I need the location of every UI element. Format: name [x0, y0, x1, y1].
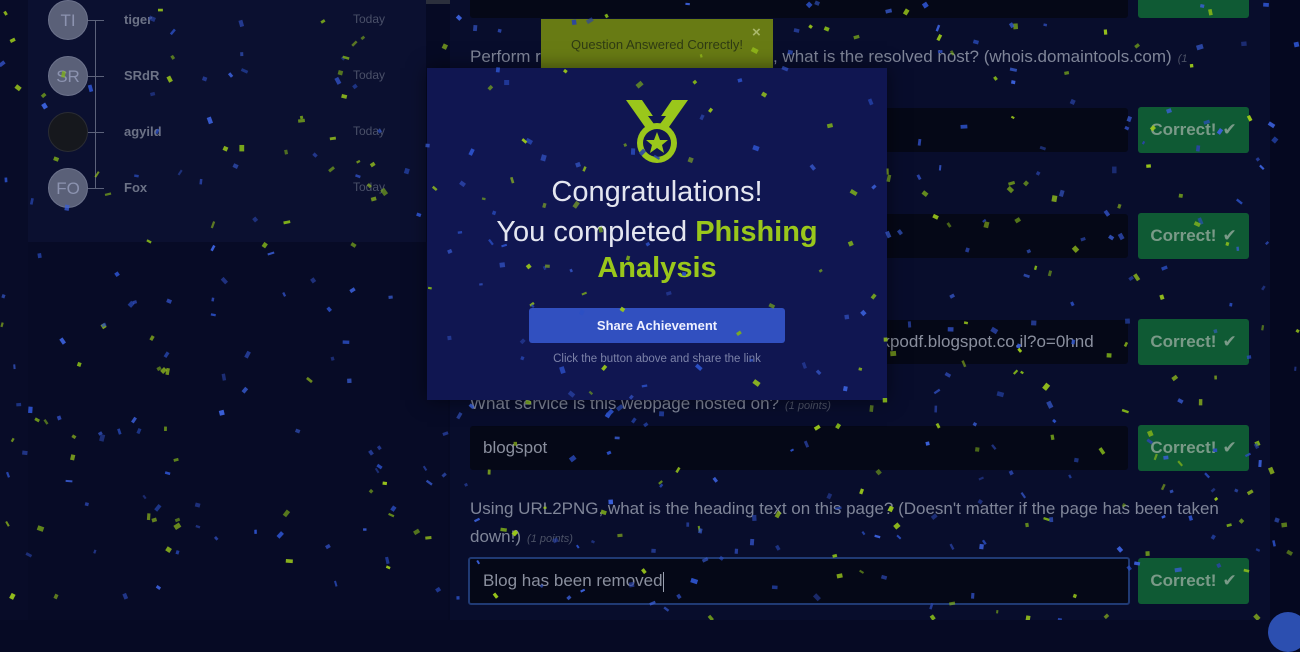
- check-icon: ✔: [1222, 120, 1237, 139]
- check-icon: ✔: [1222, 332, 1237, 351]
- date-label: Today: [353, 12, 386, 26]
- connector: [88, 132, 104, 133]
- share-hint: Click the button above and share the lin…: [553, 353, 761, 365]
- answer-value: blogspot: [483, 438, 548, 457]
- leaderboard-connector-line: [95, 20, 96, 188]
- username: agyild: [124, 124, 162, 139]
- modal-subheading: You completed Phishing: [496, 216, 818, 248]
- share-achievement-button[interactable]: Share Achievement: [529, 308, 785, 343]
- date-label: Today: [353, 124, 386, 138]
- date-label: Today: [353, 180, 386, 194]
- username: SRdR: [124, 68, 160, 83]
- correct-button[interactable]: Correct! ✔: [1138, 213, 1249, 259]
- left-rail: [0, 0, 28, 620]
- check-icon: ✔: [1222, 571, 1237, 590]
- confetti-piece: [441, 43, 448, 50]
- correct-button[interactable]: [1138, 0, 1249, 18]
- chat-bubble-button[interactable]: [1268, 612, 1300, 652]
- correct-button[interactable]: Correct! ✔: [1138, 425, 1249, 471]
- medal-icon: [626, 100, 688, 163]
- connector: [88, 20, 104, 21]
- close-icon[interactable]: ×: [752, 24, 761, 41]
- avatar: FO: [48, 168, 88, 208]
- success-toast: Question Answered Correctly!: [541, 19, 773, 71]
- room-name: Phishing: [695, 216, 818, 248]
- username: Fox: [124, 180, 148, 195]
- correct-button[interactable]: Correct! ✔: [1138, 107, 1249, 153]
- avatar: TI: [48, 0, 88, 40]
- avatar: SR: [48, 56, 88, 96]
- check-icon: ✔: [1222, 438, 1237, 457]
- right-edge: [1270, 0, 1300, 620]
- username: tiger: [124, 12, 153, 27]
- avatar: [48, 112, 88, 152]
- answer-value: ekpodf.blogspot.co.il?o=0hnd: [872, 332, 1094, 351]
- leaderboard-row[interactable]: agyild Today: [48, 112, 408, 152]
- connector: [88, 76, 104, 77]
- toast-message: Question Answered Correctly!: [571, 37, 743, 52]
- leaderboard-row[interactable]: FO Fox Today: [48, 168, 408, 208]
- answer-field[interactable]: Blog has been removed: [468, 557, 1130, 605]
- answer-field[interactable]: [470, 0, 1128, 18]
- answer-field[interactable]: blogspot: [470, 426, 1128, 470]
- achievement-modal: Congratulations! You completed Phishing …: [427, 68, 887, 400]
- left-lower-area: [28, 242, 448, 620]
- date-label: Today: [353, 68, 386, 82]
- answer-value: Blog has been removed: [483, 571, 663, 590]
- text-caret: [662, 571, 664, 592]
- question-text: Using URL2PNG, what is the heading text …: [470, 499, 1219, 546]
- correct-button[interactable]: Correct! ✔: [1138, 319, 1249, 365]
- check-icon: ✔: [1222, 226, 1237, 245]
- leaderboard-row[interactable]: SR SRdR Today: [48, 56, 408, 96]
- connector: [88, 188, 104, 189]
- leaderboard-row[interactable]: TI tiger Today: [48, 0, 408, 40]
- correct-button[interactable]: Correct! ✔: [1138, 558, 1249, 604]
- modal-heading: Congratulations!: [551, 176, 763, 208]
- room-name-continued: Analysis: [597, 252, 717, 284]
- leaderboard-panel: TI tiger Today SR SRdR Today agyild Toda…: [28, 0, 426, 242]
